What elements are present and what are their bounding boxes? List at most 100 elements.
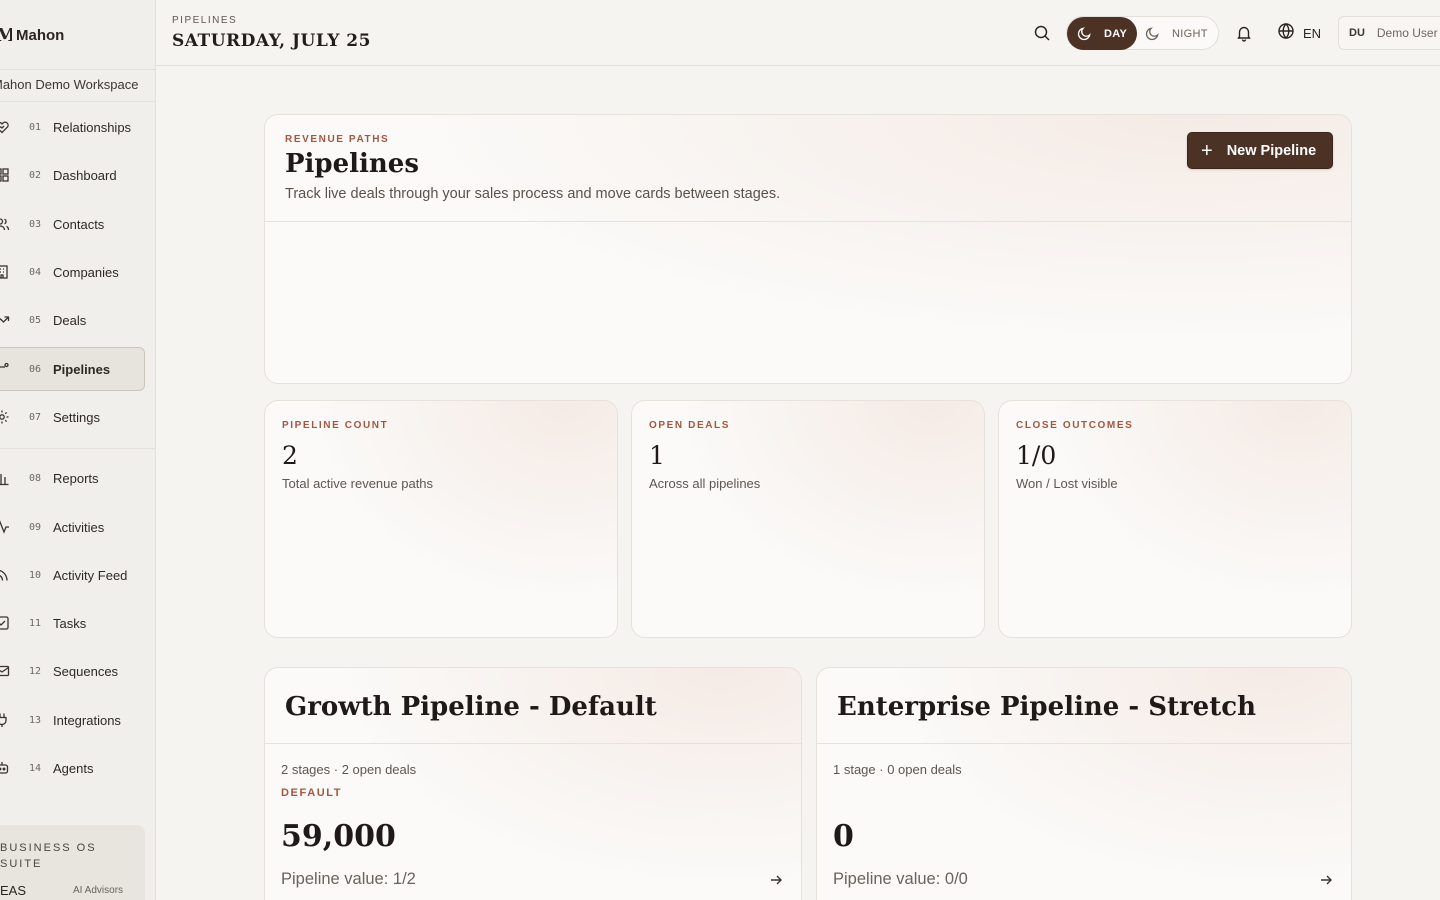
check-square-icon	[0, 615, 10, 631]
nav-label: Companies	[53, 264, 119, 280]
theme-toggle[interactable]: DAY NIGHT	[1066, 16, 1219, 50]
pipeline-meta: 2 stages · 2 open deals	[281, 762, 417, 777]
sidebar-item-sequences[interactable]: 12 Sequences	[0, 649, 145, 693]
nav-label: Deals	[53, 312, 87, 328]
bot-icon	[0, 760, 10, 776]
night-mode-button[interactable]: NIGHT	[1145, 17, 1208, 50]
pipeline-title[interactable]: Growth Pipeline - Default	[285, 692, 657, 722]
nav-label: Dashboard	[53, 167, 117, 183]
bar-chart-icon	[0, 470, 10, 486]
sidebar-item-deals[interactable]: 05 Deals	[0, 298, 145, 342]
nav-label: Pipelines	[53, 361, 111, 377]
suite-item[interactable]: AI Advisors	[73, 885, 123, 896]
page-subtitle: Track live deals through your sales proc…	[285, 186, 781, 202]
sidebar-item-companies[interactable]: 04 Companies	[0, 250, 145, 294]
suite-title: BUSINESS OS SUITE	[0, 842, 97, 870]
stat-card-close-outcomes: CLOSE OUTCOMES 1/0 Won / Lost visible	[998, 400, 1352, 638]
sidebar-item-reports[interactable]: 08 Reports	[0, 456, 145, 500]
nav-label: Tasks	[53, 615, 87, 631]
nav-number: 01	[29, 121, 42, 133]
stat-label: OPEN DEALS	[649, 420, 731, 431]
nav-label: Sequences	[53, 663, 119, 679]
sidebar-divider	[0, 69, 156, 70]
nav-label: Relationships	[53, 119, 132, 135]
heart-handshake-icon	[0, 119, 10, 135]
globe-icon	[1277, 22, 1295, 45]
sidebar-item-settings[interactable]: 07 Settings	[0, 395, 145, 439]
brand-logo: M	[0, 24, 12, 46]
sidebar-item-tasks[interactable]: 11 Tasks	[0, 601, 145, 645]
pipeline-card-enterprise[interactable]: Enterprise Pipeline - Stretch 1 stage · …	[816, 667, 1352, 900]
sidebar-item-activities[interactable]: 09 Activities	[0, 505, 145, 549]
stat-label: CLOSE OUTCOMES	[1016, 420, 1134, 431]
day-label: DAY	[1104, 27, 1128, 40]
top-bar: PIPELINES SATURDAY, JULY 25 DAY NIGHT EN…	[156, 0, 1440, 66]
gear-icon	[0, 409, 10, 425]
bell-icon[interactable]	[1235, 24, 1253, 42]
suite-item[interactable]: EAS	[0, 883, 26, 898]
divider	[817, 743, 1351, 744]
sidebar-item-agents[interactable]: 14 Agents	[0, 746, 145, 790]
workspace-name[interactable]: Mahon Demo Workspace	[0, 77, 138, 92]
night-label: NIGHT	[1172, 27, 1208, 40]
breadcrumb: PIPELINES	[172, 15, 238, 26]
pipeline-title[interactable]: Enterprise Pipeline - Stretch	[837, 692, 1256, 722]
nav-label: Agents	[53, 760, 94, 776]
plus-icon: +	[1201, 139, 1213, 162]
new-pipeline-button[interactable]: + New Pipeline	[1187, 132, 1333, 169]
arrow-right-icon[interactable]	[1318, 872, 1334, 888]
nav-number: 03	[29, 218, 42, 230]
sidebar: M Mahon Mahon Demo Workspace 01 Relation…	[0, 0, 156, 900]
pipeline-total: 0	[833, 819, 854, 854]
nav-number: 09	[29, 521, 42, 533]
route-icon	[0, 361, 10, 377]
stat-value: 2	[282, 441, 298, 470]
trend-up-icon	[0, 312, 10, 328]
divider	[265, 221, 1351, 222]
stat-label: PIPELINE COUNT	[282, 420, 389, 431]
pipeline-value: Pipeline value: 0/0	[833, 870, 968, 888]
stat-value: 1/0	[1016, 441, 1057, 470]
nav-number: 10	[29, 569, 42, 581]
stat-card-pipeline-count: PIPELINE COUNT 2 Total active revenue pa…	[264, 400, 618, 638]
sidebar-item-relationships[interactable]: 01 Relationships	[0, 105, 145, 149]
plug-icon	[0, 712, 10, 728]
sidebar-item-dashboard[interactable]: 02 Dashboard	[0, 153, 145, 197]
nav-number: 02	[29, 169, 42, 181]
search-icon[interactable]	[1033, 24, 1051, 42]
user-menu[interactable]: DU Demo User	[1338, 16, 1440, 50]
nav-number: 06	[29, 363, 42, 375]
pipeline-total: 59,000	[281, 819, 396, 854]
stat-description: Across all pipelines	[649, 476, 761, 491]
new-pipeline-label: New Pipeline	[1226, 142, 1317, 159]
suite-panel[interactable]: BUSINESS OS SUITE EAS AI Advisors	[0, 825, 145, 900]
sidebar-item-integrations[interactable]: 13 Integrations	[0, 698, 145, 742]
nav-label: Settings	[53, 409, 100, 425]
day-mode-button[interactable]: DAY	[1067, 17, 1137, 50]
language-selector[interactable]: EN	[1277, 22, 1321, 45]
brand[interactable]: M Mahon	[0, 22, 64, 48]
moon-icon	[1077, 26, 1092, 41]
sidebar-divider	[0, 448, 156, 449]
arrow-right-icon[interactable]	[768, 872, 784, 888]
sidebar-item-activity-feed[interactable]: 10 Activity Feed	[0, 553, 145, 597]
pipeline-meta: 1 stage · 0 open deals	[833, 762, 962, 777]
nav-number: 08	[29, 472, 42, 484]
nav-label: Integrations	[53, 712, 121, 728]
nav-number: 07	[29, 411, 42, 423]
users-icon	[0, 216, 10, 232]
nav-number: 11	[29, 617, 42, 629]
nav-number: 12	[29, 665, 42, 677]
page-date: SATURDAY, JULY 25	[172, 31, 371, 51]
brand-name: Mahon	[16, 26, 65, 44]
stat-card-open-deals: OPEN DEALS 1 Across all pipelines	[631, 400, 985, 638]
mail-icon	[0, 663, 10, 679]
sidebar-item-contacts[interactable]: 03 Contacts	[0, 202, 145, 246]
nav-label: Reports	[53, 470, 99, 486]
page-title: Pipelines	[285, 149, 419, 179]
rss-icon	[0, 567, 10, 583]
default-badge: DEFAULT	[281, 787, 343, 799]
activity-icon	[0, 519, 10, 535]
pipeline-card-growth[interactable]: Growth Pipeline - Default 2 stages · 2 o…	[264, 667, 802, 900]
sidebar-item-pipelines[interactable]: 06 Pipelines	[0, 347, 145, 391]
